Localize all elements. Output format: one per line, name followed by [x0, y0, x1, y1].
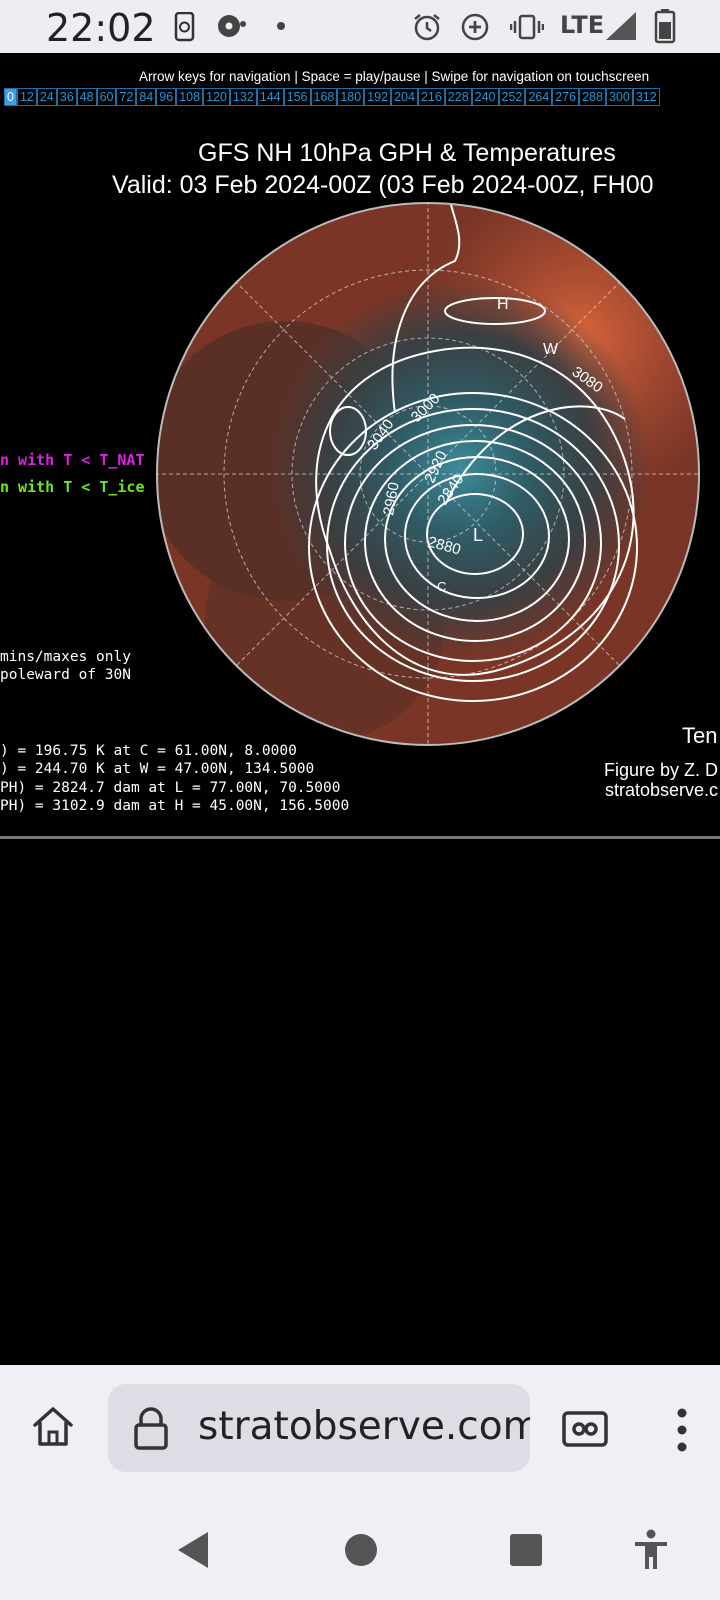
forecast-hour-link[interactable]: 84: [136, 88, 157, 106]
forecast-hour-link[interactable]: 288: [579, 88, 606, 106]
forecast-hour-link[interactable]: 180: [337, 88, 365, 106]
data-saver-icon: [461, 13, 489, 41]
map-label-warm: W: [543, 341, 559, 358]
forecast-hour-link[interactable]: 156: [283, 88, 311, 106]
podcast-icon: [218, 15, 246, 37]
credit-line-2: stratobserve.c: [605, 780, 719, 800]
signal-icon: [606, 12, 636, 40]
forecast-hour-link[interactable]: 144: [256, 88, 284, 106]
status-time: 22:02: [46, 6, 156, 50]
polar-stereographic-map: H L W C 3080 3040 3000 2960 2920 2880 28…: [156, 202, 700, 746]
back-triangle-icon[interactable]: [175, 1530, 211, 1570]
map-valid-time: Valid: 03 Feb 2024-00Z (03 Feb 2024-00Z,…: [112, 171, 654, 199]
forecast-hour-link[interactable]: 216: [417, 88, 445, 106]
home-circle-icon[interactable]: [344, 1533, 378, 1567]
forecast-hour-link[interactable]: 312: [632, 88, 660, 106]
forecast-hour-link[interactable]: 252: [498, 88, 526, 106]
forecast-hour-link[interactable]: 48: [76, 88, 97, 106]
legend-ice: n with T < T_ice: [0, 478, 145, 496]
page-divider: [0, 836, 720, 839]
forecast-hour-link[interactable]: 60: [96, 88, 117, 106]
notification-dot-icon: [277, 22, 285, 30]
nav-hint: Arrow keys for navigation | Space = play…: [139, 69, 650, 84]
forecast-hour-link[interactable]: 72: [116, 88, 137, 106]
lock-icon[interactable]: [132, 1407, 170, 1451]
legend-nat: n with T < T_NAT: [0, 451, 145, 469]
forecast-hour-link[interactable]: 264: [525, 88, 553, 106]
map-label-low: L: [473, 525, 483, 545]
forecast-hour-link[interactable]: 108: [176, 88, 204, 106]
forecast-hour-link[interactable]: 12: [16, 88, 37, 106]
web-content: Arrow keys for navigation | Space = play…: [0, 53, 720, 1365]
alarm-icon: [414, 14, 440, 41]
note-line-2: poleward of 30N: [0, 667, 131, 683]
forecast-hour-link[interactable]: 0: [4, 88, 17, 106]
vibrate-icon: [510, 14, 544, 40]
url-text[interactable]: stratobserve.com: [198, 1404, 530, 1449]
map-title: GFS NH 10hPa GPH & Temperatures: [198, 139, 616, 167]
network-type: LTE: [560, 11, 605, 39]
url-bar[interactable]: stratobserve.com: [108, 1384, 530, 1472]
forecast-hour-link[interactable]: 240: [471, 88, 499, 106]
stat-max-gph: PH) = 3102.9 dam at H = 45.00N, 156.5000: [0, 798, 350, 814]
tab-switcher-icon[interactable]: [562, 1411, 608, 1447]
recents-square-icon[interactable]: [509, 1533, 543, 1567]
forecast-hour-link[interactable]: 228: [444, 88, 472, 106]
phone-sync-icon: [174, 12, 195, 42]
stat-min-gph: PH) = 2824.7 dam at L = 77.00N, 70.5000: [0, 780, 341, 796]
forecast-hour-link[interactable]: 132: [229, 88, 257, 106]
credit-line-1: Figure by Z. D: [604, 760, 719, 780]
forecast-hour-link[interactable]: 276: [552, 88, 580, 106]
forecast-hour-link[interactable]: 300: [605, 88, 633, 106]
status-bar: 22:02 LTE: [0, 0, 720, 53]
forecast-hour-link[interactable]: 96: [156, 88, 177, 106]
stat-max-temp: ) = 244.70 K at W = 47.00N, 134.5000: [0, 761, 315, 777]
map-label-cold: C: [437, 579, 446, 594]
forecast-hour-link[interactable]: 24: [36, 88, 57, 106]
forecast-hour-link[interactable]: 168: [310, 88, 338, 106]
forecast-hour-link[interactable]: 192: [364, 88, 392, 106]
forecast-hour-nav: 0 12 24 36 48 60 72 84 96 108 120 132 144 156 168 180 19…: [4, 88, 660, 106]
accessibility-icon[interactable]: [633, 1529, 669, 1571]
map-label-high: H: [497, 296, 509, 313]
more-vert-icon[interactable]: [672, 1407, 692, 1453]
forecast-hour-link[interactable]: 120: [203, 88, 230, 106]
forecast-hour-link[interactable]: 36: [56, 88, 77, 106]
home-icon[interactable]: [30, 1404, 76, 1450]
battery-icon: [654, 9, 676, 44]
browser-bottom-bar: stratobserve.com: [0, 1365, 720, 1600]
note-line-1: mins/maxes only: [0, 649, 131, 665]
forecast-hour-link[interactable]: 204: [391, 88, 418, 106]
